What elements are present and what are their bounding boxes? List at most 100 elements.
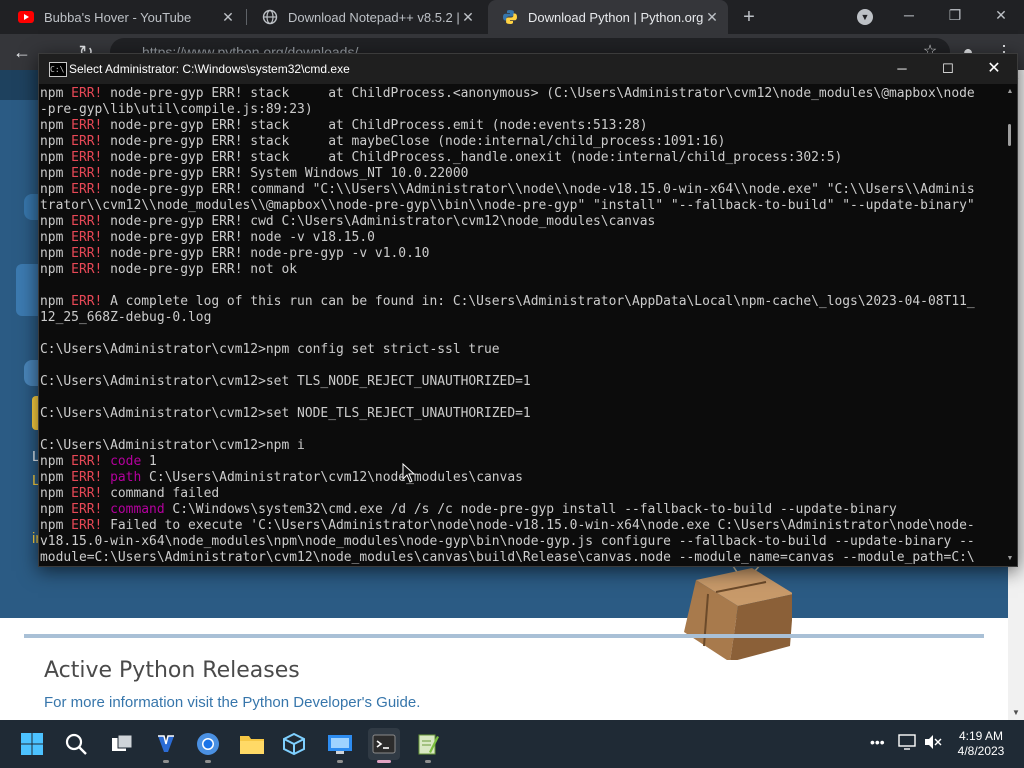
minimize-cmd-button[interactable]: ─: [879, 54, 925, 84]
cmd-icon: C:\: [49, 62, 67, 77]
new-tab-button[interactable]: +: [738, 6, 760, 28]
console-text: node-pre-gyp ERR! stack at ChildProcess.…: [102, 150, 843, 165]
tab-python[interactable]: Download Python | Python.org ✕: [488, 0, 728, 34]
console-text: C:\Users\Administrator\cvm12>set TLS_NOD…: [40, 374, 531, 389]
console-text: node-pre-gyp ERR! stack at ChildProcess.…: [102, 118, 648, 133]
error-tag: ERR!: [71, 454, 103, 469]
back-arrow-icon[interactable]: ←: [10, 41, 34, 63]
notepadpp-icon: [418, 734, 439, 755]
volume-muted-icon[interactable]: [924, 734, 942, 753]
devguide-link[interactable]: For more information visit the Python De…: [44, 694, 420, 711]
chrome-app[interactable]: [192, 728, 224, 763]
task-view-button[interactable]: [106, 728, 138, 760]
cmd-scrollbar[interactable]: ▲ ▼: [1003, 86, 1017, 564]
error-tag: ERR!: [71, 518, 103, 533]
console-text: Failed to execute 'C:\Users\Administrato…: [102, 518, 975, 533]
console-text: npm: [40, 502, 72, 517]
overflow-more-icon[interactable]: •••: [870, 734, 885, 750]
console-line: C:\Users\Administrator\cvm12>npm i: [40, 438, 1000, 454]
console-line: npm ERR! node-pre-gyp ERR! cwd C:\Users\…: [40, 214, 1000, 230]
console-text: npm: [40, 182, 72, 197]
browser-tab-strip: Bubba's Hover - YouTube ✕ Download Notep…: [0, 0, 1024, 34]
console-line: npm ERR! node-pre-gyp ERR! stack at Chil…: [40, 86, 1000, 102]
section-divider: [24, 634, 984, 638]
network-icon[interactable]: [898, 734, 916, 753]
console-line: npm ERR! Failed to execute 'C:\Users\Adm…: [40, 518, 1000, 534]
youtube-icon: [18, 9, 34, 25]
console-line: 12_25_668Z-debug-0.log: [40, 310, 1000, 326]
console-text: npm: [40, 150, 72, 165]
notepadpp-app[interactable]: [412, 728, 444, 763]
restore-browser-button[interactable]: ❐: [932, 4, 978, 26]
console-line: npm ERR! code 1: [40, 454, 1000, 470]
console-line: v18.15.0-win-x64\node_modules\npm\node_m…: [40, 534, 1000, 550]
console-text: npm: [40, 134, 72, 149]
scroll-down-arrow-icon[interactable]: ▼: [1005, 555, 1015, 562]
console-text: node-pre-gyp ERR! stack at maybeClose (n…: [102, 134, 726, 149]
tab-notepadpp[interactable]: Download Notepad++ v8.5.2 | N ✕: [248, 0, 484, 34]
console-text: C:\Users\Administrator\cvm12>set NODE_TL…: [40, 406, 531, 421]
running-indicator: [425, 760, 431, 763]
console-text: npm: [40, 518, 72, 533]
maximize-cmd-button[interactable]: ☐: [925, 54, 971, 84]
error-tag: ERR!: [71, 294, 103, 309]
console-text: node-pre-gyp ERR! node -v v18.15.0: [102, 230, 375, 245]
system-clock[interactable]: 4:19 AM 4/8/2023: [948, 729, 1014, 759]
console-line: npm ERR! path C:\Users\Administrator\cvm…: [40, 470, 1000, 486]
running-indicator: [377, 760, 391, 763]
tab-title: Download Notepad++ v8.5.2 | N: [288, 9, 464, 25]
download-card[interactable]: [16, 264, 40, 316]
console-line: npm ERR! node-pre-gyp ERR! not ok: [40, 262, 1000, 278]
close-cmd-button[interactable]: ✕: [971, 54, 1017, 84]
console-line: npm ERR! node-pre-gyp ERR! command "C:\\…: [40, 182, 1000, 198]
console-text: npm: [40, 262, 72, 277]
console-output[interactable]: npm ERR! node-pre-gyp ERR! stack at Chil…: [40, 86, 1000, 564]
console-text: node-pre-gyp ERR! command "C:\\Users\\Ad…: [102, 182, 975, 197]
error-keyword: command: [110, 502, 165, 517]
hyper-v-app[interactable]: [324, 728, 356, 763]
console-text: C:\Users\Administrator\cvm12>npm config …: [40, 342, 500, 357]
console-text: npm: [40, 294, 72, 309]
taskbar: ••• 4:19 AM 4/8/2023: [0, 720, 1024, 768]
cube-icon: [283, 732, 305, 756]
console-text: npm: [40, 230, 72, 245]
tab-youtube[interactable]: Bubba's Hover - YouTube ✕: [4, 0, 244, 34]
scroll-thumb[interactable]: [1008, 124, 1011, 146]
console-line: trator\\cvm12\\node_modules\\@mapbox\\no…: [40, 198, 1000, 214]
file-explorer-app[interactable]: [236, 728, 268, 760]
monitor-app-icon: [328, 735, 352, 754]
console-line: -pre-gyp\lib\util\compile.js:89:23): [40, 102, 1000, 118]
terminal-app[interactable]: [368, 728, 400, 763]
scroll-up-arrow-icon[interactable]: ▲: [1005, 88, 1015, 95]
cmd-titlebar[interactable]: C:\ Select Administrator: C:\Windows\sys…: [39, 54, 1017, 84]
close-tab-icon[interactable]: ✕: [704, 9, 720, 25]
error-tag: ERR!: [71, 214, 103, 229]
chevron-down-icon[interactable]: ▼: [857, 9, 873, 25]
close-browser-button[interactable]: ✕: [978, 4, 1024, 26]
close-tab-icon[interactable]: ✕: [460, 9, 476, 25]
error-tag: ERR!: [71, 134, 103, 149]
minimize-browser-button[interactable]: ─: [886, 4, 932, 26]
console-text: npm: [40, 486, 72, 501]
console-line: npm ERR! command failed: [40, 486, 1000, 502]
section-heading: Active Python Releases: [44, 658, 300, 683]
search-button[interactable]: [60, 728, 92, 760]
folder-icon: [240, 736, 264, 754]
scroll-down-arrow-icon[interactable]: ▼: [1008, 706, 1024, 720]
cmd-window[interactable]: C:\ Select Administrator: C:\Windows\sys…: [38, 53, 1018, 567]
console-text: trator\\cvm12\\node_modules\\@mapbox\\no…: [40, 198, 975, 213]
error-keyword: code: [110, 454, 142, 469]
console-text: node-pre-gyp ERR! node-pre-gyp -v v1.0.1…: [102, 246, 430, 261]
close-tab-icon[interactable]: ✕: [220, 9, 236, 25]
globe-icon: [262, 9, 278, 25]
ide-app[interactable]: [150, 728, 182, 763]
console-line: C:\Users\Administrator\cvm12>set NODE_TL…: [40, 406, 1000, 422]
mouse-pointer-icon: [402, 463, 416, 483]
console-line: module=C:\Users\Administrator\cvm12\node…: [40, 550, 1000, 564]
virtualbox-app[interactable]: [278, 728, 310, 760]
tab-title: Download Python | Python.org: [528, 9, 704, 25]
start-button[interactable]: [16, 728, 48, 760]
console-text: command failed: [102, 486, 220, 501]
